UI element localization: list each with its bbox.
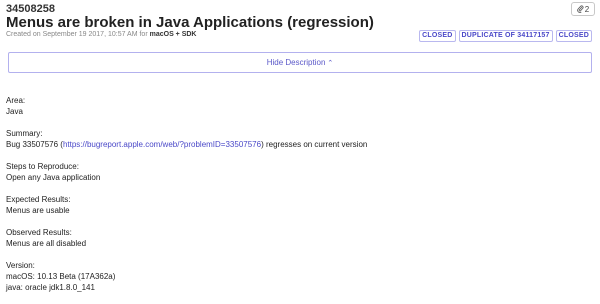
steps-value: Open any Java application [6,173,101,182]
summary-prefix: Bug 33507576 ( [6,140,63,149]
attachments-count: 2 [584,4,590,14]
paperclip-icon [577,5,584,13]
status-tags: CLOSED DUPLICATE OF 34117157 CLOSED [419,30,592,42]
description-body: Area: Java Summary: Bug 33507576 (https:… [6,95,367,304]
area-value: Java [6,107,23,116]
version-section: Version: macOS: 10.13 Beta (17A362a) jav… [6,260,367,293]
duplicate-badge[interactable]: DUPLICATE OF 34117157 [458,30,553,42]
chevron-up-icon: ⌃ [327,59,334,67]
status-badge-closed: CLOSED [419,30,456,42]
observed-label: Observed Results: [6,228,72,237]
expected-label: Expected Results: [6,195,71,204]
expected-section: Expected Results: Menus are usable [6,194,367,216]
created-date: Created on September 19 2017, 10:57 AM f… [6,31,148,38]
steps-section: Steps to Reproduce: Open any Java applic… [6,161,367,183]
version-label: Version: [6,261,35,270]
observed-section: Observed Results: Menus are all disabled [6,227,367,249]
attachments-badge[interactable]: 2 [571,2,595,16]
observed-value: Menus are all disabled [6,239,87,248]
product-name: macOS + SDK [149,31,197,38]
hide-description-label: Hide Description [266,58,326,67]
summary-section: Summary: Bug 33507576 (https://bugreport… [6,128,367,150]
report-title: Menus are broken in Java Applications (r… [6,14,374,31]
expected-value: Menus are usable [6,206,70,215]
area-section: Area: Java [6,95,367,117]
area-label: Area: [6,96,26,105]
hide-description-button[interactable]: Hide Description ⌃ [8,52,592,73]
status-badge-closed-duplicate: CLOSED [555,30,592,42]
report-meta: Created on September 19 2017, 10:57 AM f… [6,31,197,38]
summary-suffix: ) regresses on current version [261,140,368,149]
version-macos: macOS: 10.13 Beta (17A362a) [6,272,116,281]
summary-label: Summary: [6,129,43,138]
steps-label: Steps to Reproduce: [6,162,79,171]
bugreport-link[interactable]: https://bugreport.apple.com/web/?problem… [63,140,261,149]
summary-text: Bug 33507576 (https://bugreport.apple.co… [6,139,367,150]
